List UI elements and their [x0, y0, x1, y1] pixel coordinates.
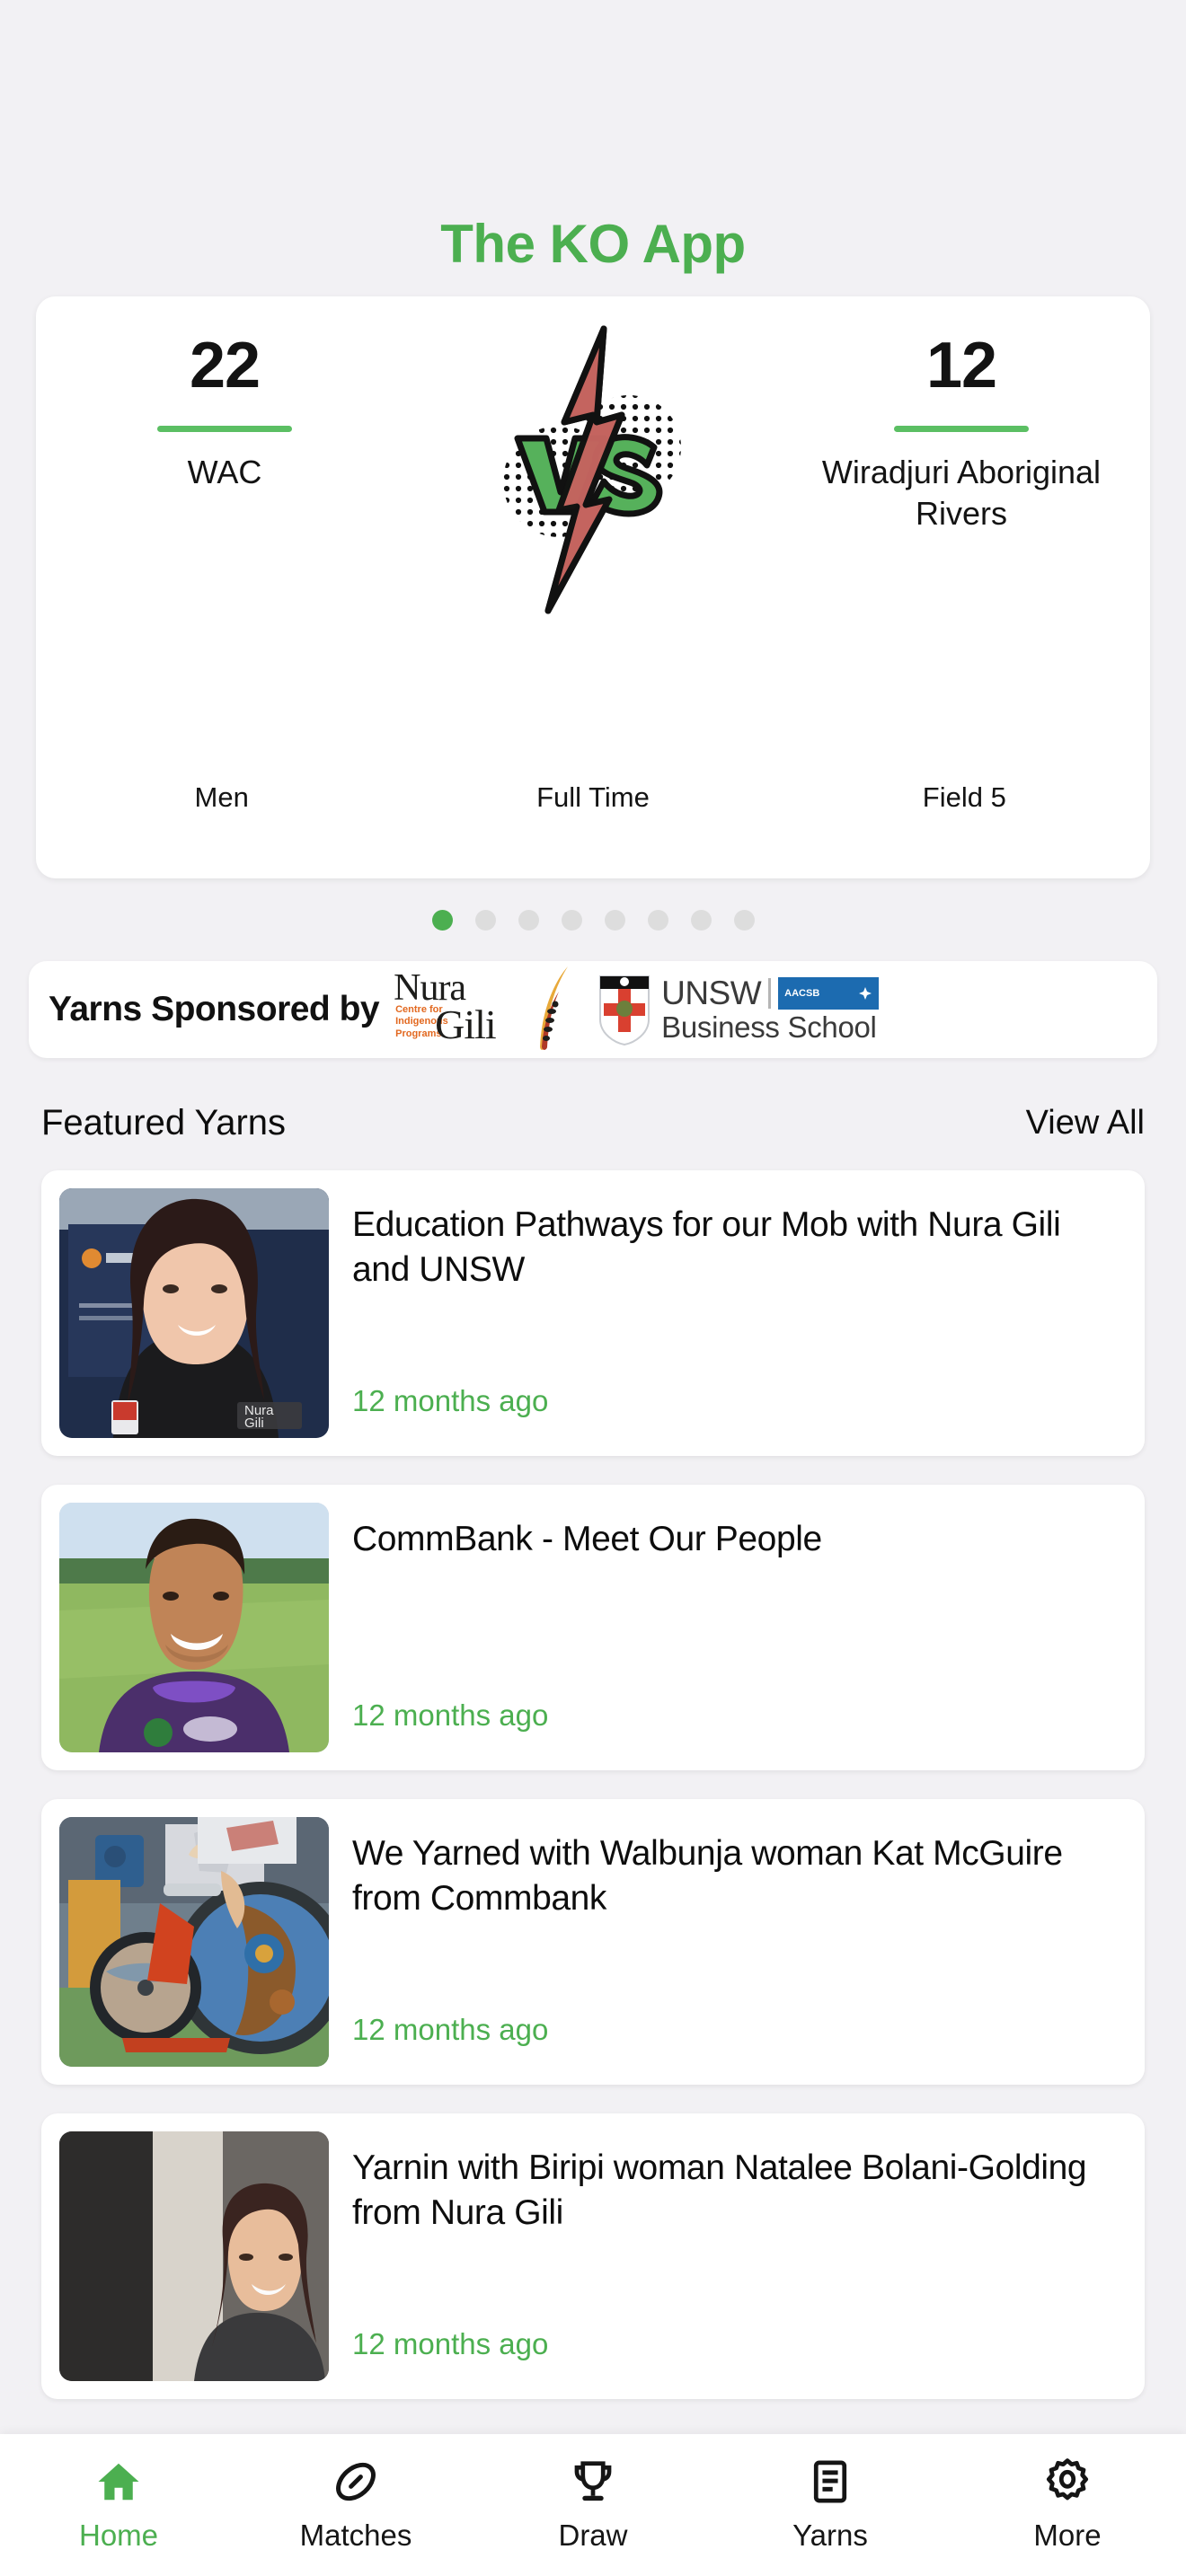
feather-icon: [540, 966, 569, 1050]
yarn-title: Education Pathways for our Mob with Nura…: [352, 1205, 1061, 1289]
yarn-body: Education Pathways for our Mob with Nura…: [352, 1188, 1127, 1438]
aacsb-badge: AACSB: [778, 977, 880, 1010]
yarn-body: Yarnin with Biripi woman Natalee Bolani-…: [352, 2131, 1127, 2381]
yarn-date: 12 months ago: [352, 1698, 549, 1732]
unsw-school-name: Business School: [661, 1010, 877, 1044]
carousel-dot-0[interactable]: [431, 909, 453, 931]
away-team: 12 Wiradjuri Aboriginal Rivers: [800, 330, 1123, 534]
yarn-card[interactable]: Yarnin with Biripi woman Natalee Bolani-…: [41, 2113, 1145, 2399]
carousel-dot-6[interactable]: [690, 909, 712, 931]
view-all-link[interactable]: View All: [1026, 1104, 1145, 1142]
home-team-score: 22: [189, 330, 261, 401]
nav-item-draw[interactable]: Draw: [474, 2457, 712, 2553]
match-score-card[interactable]: 22 WAC 12 Wiradjuri Aboriginal Rivers Me…: [36, 296, 1150, 878]
aacsb-label: AACSB: [784, 988, 820, 999]
featured-yarns-title: Featured Yarns: [41, 1103, 287, 1142]
carousel-dot-3[interactable]: [561, 909, 582, 931]
carousel-dot-1[interactable]: [474, 909, 496, 931]
aacsb-star-icon: [859, 987, 872, 1000]
nav-label: Draw: [558, 2519, 628, 2552]
trophy-icon: [569, 2457, 617, 2506]
yarn-card[interactable]: CommBank - Meet Our People 12 months ago: [41, 1485, 1145, 1770]
unsw-name: UNSW: [661, 975, 762, 1011]
yarn-title: CommBank - Meet Our People: [352, 1520, 822, 1558]
sponsor-label: Yarns Sponsored by: [49, 990, 380, 1028]
nav-label: Home: [78, 2519, 159, 2552]
home-icon: [94, 2457, 143, 2506]
unsw-divider: [768, 978, 772, 1009]
featured-yarns-header: Featured Yarns View All: [0, 1058, 1186, 1170]
score-row: 22 WAC 12 Wiradjuri Aboriginal Rivers: [36, 296, 1150, 656]
nav-item-matches[interactable]: Matches: [237, 2457, 474, 2553]
page-title: The KO App: [440, 214, 746, 274]
yarn-body: CommBank - Meet Our People 12 months ago: [352, 1503, 1127, 1752]
unsw-wordmark: UNSW AACSB Business School: [661, 975, 880, 1045]
unsw-crest-icon: [599, 975, 651, 1046]
match-field: Field 5: [922, 781, 1006, 813]
nura-gili-logo: Nura Centre for Indigenous Programs Gili: [394, 965, 582, 1054]
nav-item-more[interactable]: More: [949, 2457, 1186, 2553]
app-header: The KO App: [0, 0, 1186, 296]
yarn-body: We Yarned with Walbunja woman Kat McGuir…: [352, 1817, 1127, 2067]
gear-icon: [1043, 2457, 1092, 2506]
article-icon: [806, 2457, 854, 2506]
carousel-dot-2[interactable]: [518, 909, 539, 931]
carousel-pagination[interactable]: [0, 878, 1186, 961]
yarn-thumbnail: [59, 1817, 329, 2067]
bottom-navigation: Home Matches Draw Yarns More: [0, 2434, 1186, 2576]
nav-label: Yarns: [792, 2519, 868, 2552]
unsw-line1: UNSW AACSB: [661, 975, 880, 1012]
away-team-score: 12: [925, 330, 997, 401]
football-icon: [332, 2457, 380, 2506]
away-team-rule: [894, 425, 1029, 432]
match-grade: Men: [194, 781, 249, 813]
nav-item-yarns[interactable]: Yarns: [712, 2457, 949, 2553]
home-team-name: WAC: [187, 453, 262, 490]
featured-yarns-list: Nura Gili Education Pathways for our Mob…: [0, 1170, 1186, 2399]
yarn-title: Yarnin with Biripi woman Natalee Bolani-…: [352, 2148, 1087, 2232]
carousel-dot-4[interactable]: [604, 909, 625, 931]
yarn-card[interactable]: Nura Gili Education Pathways for our Mob…: [41, 1170, 1145, 1456]
nura-gili-line2: Gili: [435, 1001, 497, 1047]
yarn-title: We Yarned with Walbunja woman Kat McGuir…: [352, 1834, 1063, 1918]
yarn-thumbnail: [59, 2131, 329, 2381]
match-meta-row: Men Full Time Field 5: [36, 781, 1150, 814]
unsw-business-school-logo: UNSW AACSB Business School: [597, 973, 880, 1046]
vs-icon: [503, 322, 683, 618]
yarn-card[interactable]: We Yarned with Walbunja woman Kat McGuir…: [41, 1799, 1145, 2085]
home-team: 22 WAC: [63, 330, 386, 493]
carousel-dot-7[interactable]: [733, 909, 755, 931]
yarns-sponsor-banner[interactable]: Yarns Sponsored by Nura Centre for Indig…: [29, 961, 1157, 1058]
app-root: The KO App 22 WAC 12 Wiradjuri Aborigina…: [0, 0, 1186, 2576]
nav-label: Matches: [299, 2519, 412, 2552]
yarn-date: 12 months ago: [352, 2013, 549, 2046]
yarn-thumbnail: Nura Gili: [59, 1188, 329, 1438]
yarn-thumbnail: [59, 1503, 329, 1752]
yarn-date: 12 months ago: [352, 2327, 549, 2360]
svg-text:Gili: Gili: [244, 1416, 264, 1431]
carousel-dot-5[interactable]: [647, 909, 668, 931]
nav-label: More: [1033, 2519, 1102, 2552]
home-team-rule: [157, 425, 292, 432]
match-status: Full Time: [536, 781, 650, 813]
nav-item-home[interactable]: Home: [0, 2457, 237, 2553]
away-team-name: Wiradjuri Aboriginal Rivers: [821, 453, 1102, 532]
yarn-date: 12 months ago: [352, 1384, 549, 1417]
